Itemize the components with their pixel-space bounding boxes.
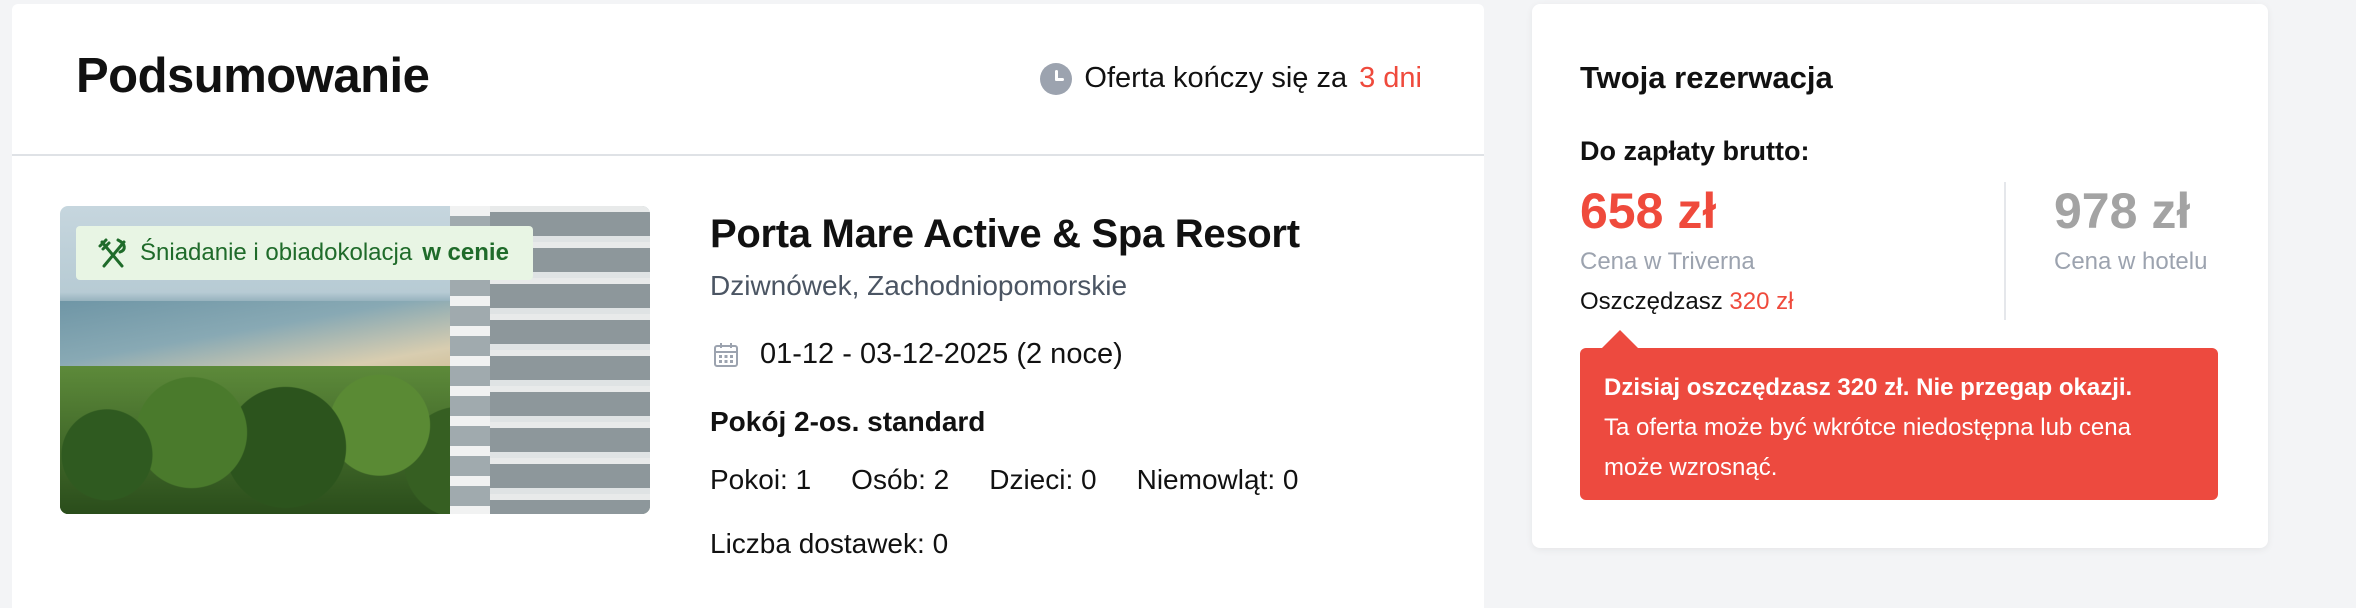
hotel-image: Śniadanie i obiadokolacja w cenie (60, 206, 650, 514)
summary-card: Podsumowanie Oferta kończy się za 3 dni … (12, 4, 1484, 608)
booking-title: Twoja rezerwacja (1580, 60, 1833, 95)
page-title: Podsumowanie (76, 49, 430, 103)
occupancy-persons: Osób: 2 (851, 464, 950, 495)
calendar-icon (714, 342, 738, 367)
offer-timer-label: Oferta kończy się za (1084, 62, 1348, 94)
savings-alert: Dzisiaj oszczędzasz 320 zł. Nie przegap … (1580, 330, 2218, 500)
savings-line: Oszczędzasz 320 zł (1580, 288, 1793, 316)
booking-card: Twoja rezerwacja Do zapłaty brutto: 658 … (1532, 4, 2268, 548)
offer-timer: Oferta kończy się za 3 dni (1040, 62, 1422, 95)
offer-timer-days: 3 dni (1359, 62, 1422, 94)
meal-badge-strong: w cenie (422, 239, 509, 266)
hotel-name: Porta Mare Active & Spa Resort (710, 212, 1300, 256)
triverna-price: 658 zł (1580, 183, 1717, 239)
extra-beds: Liczba dostawek: 0 (710, 528, 949, 559)
occupancy-row: Pokoi: 1 Osób: 2 Dzieci: 0 Niemowląt: 0 (710, 464, 1298, 496)
triverna-price-label: Cena w Triverna (1580, 248, 1755, 275)
room-type: Pokój 2-os. standard (710, 406, 986, 437)
summary-header: Podsumowanie Oferta kończy się za 3 dni (12, 4, 1484, 156)
stay-dates-text: 01-12 - 03-12-2025 (2 noce) (760, 338, 1123, 370)
savings-alert-text: Ta oferta może być wkrótce niedostępna l… (1604, 414, 2131, 481)
hotel-location: Dziwnówek, Zachodniopomorskie (710, 270, 1128, 301)
occupancy-infants: Niemowląt: 0 (1136, 464, 1299, 495)
meal-badge: Śniadanie i obiadokolacja w cenie (76, 226, 533, 280)
hotel-price: 978 zł (2054, 183, 2191, 239)
pay-label: Do zapłaty brutto: (1580, 136, 1810, 166)
occupancy-children: Dzieci: 0 (989, 464, 1097, 495)
clock-icon (1040, 62, 1073, 95)
savings-value: 320 zł (1729, 288, 1794, 315)
hotel-price-label: Cena w hotelu (2054, 248, 2208, 275)
occupancy-rooms: Pokoi: 1 (710, 464, 812, 495)
savings-alert-title: Dzisiaj oszczędzasz 320 zł. Nie przegap … (1604, 374, 2133, 401)
stay-dates: 01-12 - 03-12-2025 (2 noce) (712, 338, 1123, 371)
cutlery-icon (98, 238, 126, 268)
savings-label: Oszczędzasz (1580, 288, 1723, 315)
price-divider (2004, 182, 2006, 320)
meal-badge-text: Śniadanie i obiadokolacja (140, 239, 413, 266)
